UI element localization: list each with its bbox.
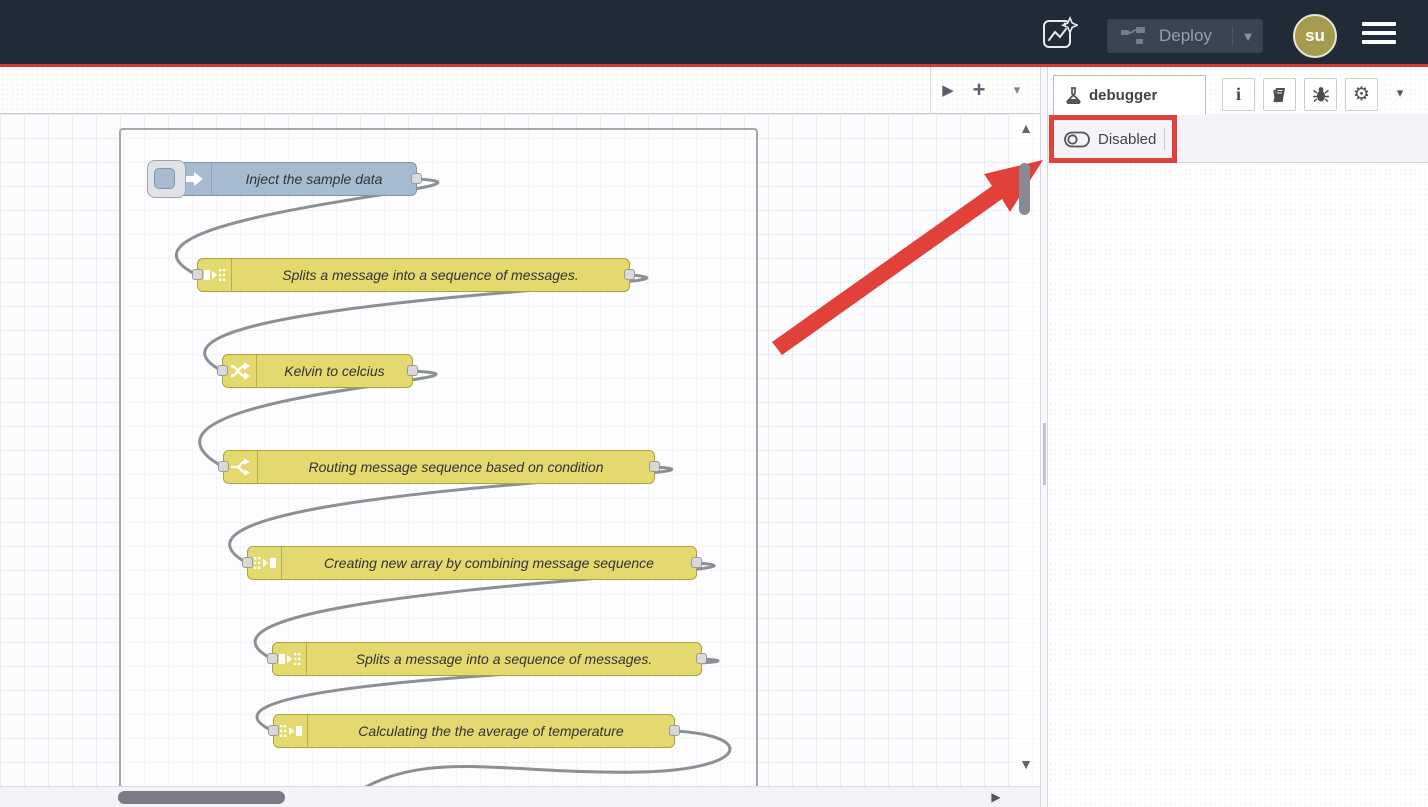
node-input-port[interactable]	[218, 461, 229, 472]
tab-bar-separator	[930, 67, 931, 113]
flow-tab-bar: ▶ + ▾	[0, 67, 1040, 114]
node-output-port[interactable]	[411, 173, 422, 184]
user-avatar[interactable]: su	[1293, 14, 1337, 58]
debug-disabled-label: Disabled	[1098, 131, 1156, 148]
node-label: Splits a message into a sequence of mess…	[232, 259, 629, 291]
join-icon	[274, 715, 308, 747]
horizontal-scrollbar[interactable]: ▶	[0, 786, 1040, 807]
horizontal-scrollbar-thumb[interactable]	[118, 791, 285, 804]
node-join-2[interactable]: Calculating the the average of temperatu…	[273, 714, 675, 748]
node-switch[interactable]: Routing message sequence based on condit…	[223, 450, 655, 484]
next-tab-icon: ▶	[942, 81, 954, 99]
node-label: Routing message sequence based on condit…	[258, 451, 654, 483]
vertical-scrollbar[interactable]	[1012, 114, 1040, 786]
help-button[interactable]	[1263, 78, 1296, 111]
info-button[interactable]: i	[1222, 78, 1255, 111]
node-label: Kelvin to celcius	[257, 355, 412, 387]
switch-icon	[224, 451, 258, 483]
node-label: Creating new array by combining message …	[282, 547, 696, 579]
avatar-initials: su	[1305, 26, 1325, 46]
book-icon	[1271, 87, 1288, 103]
vertical-scrollbar-thumb[interactable]	[1019, 163, 1030, 215]
node-change[interactable]: Kelvin to celcius	[222, 354, 413, 388]
debug-button[interactable]	[1304, 78, 1337, 111]
tab-debugger[interactable]: debugger	[1053, 75, 1206, 115]
debug-disabled-toggle[interactable]: Disabled	[1062, 125, 1166, 153]
deploy-button[interactable]: Deploy ▼	[1107, 19, 1263, 53]
add-flow-icon: +	[973, 77, 986, 103]
node-label: Inject the sample data	[212, 163, 416, 195]
next-tab-button[interactable]: ▶	[936, 67, 960, 113]
flow-canvas[interactable]: Inject the sample data Splits a message …	[0, 114, 1040, 786]
debug-toolbar: Disabled	[1048, 114, 1428, 163]
main-menu-button[interactable]	[1362, 22, 1396, 46]
inject-trigger-button[interactable]	[147, 160, 186, 198]
change-icon	[223, 355, 257, 387]
node-input-port[interactable]	[242, 557, 253, 568]
settings-button[interactable]: ⚙	[1345, 78, 1378, 111]
gear-icon: ⚙	[1353, 85, 1370, 104]
node-output-port[interactable]	[624, 269, 635, 280]
tab-debugger-label: debugger	[1089, 87, 1157, 104]
scroll-down-arrow[interactable]: ▼	[1012, 756, 1040, 776]
flow-list-icon: ▾	[1014, 82, 1021, 98]
right-sidebar: debugger i ⚙ ▾	[1048, 67, 1428, 807]
flow-list-button[interactable]: ▾	[1002, 67, 1032, 113]
node-input-port[interactable]	[267, 653, 278, 664]
node-join-1[interactable]: Creating new array by combining message …	[247, 546, 697, 580]
toggle-off-icon	[1064, 131, 1090, 148]
ai-flow-icon	[1042, 16, 1078, 50]
node-split-1[interactable]: Splits a message into a sequence of mess…	[197, 258, 630, 292]
node-input-port[interactable]	[192, 269, 203, 280]
add-flow-button[interactable]: +	[964, 67, 994, 113]
node-input-port[interactable]	[268, 725, 279, 736]
bug-icon	[1312, 86, 1330, 103]
sidebar-options-caret[interactable]: ▾	[1388, 85, 1412, 101]
node-split-2[interactable]: Splits a message into a sequence of mess…	[272, 642, 702, 676]
menu-icon	[1362, 22, 1396, 26]
node-output-port[interactable]	[669, 725, 680, 736]
deploy-icon	[1121, 27, 1147, 45]
flask-icon	[1066, 87, 1081, 104]
split-icon	[198, 259, 232, 291]
node-input-port[interactable]	[217, 365, 228, 376]
menu-icon	[1362, 31, 1396, 35]
resize-grip	[1043, 423, 1046, 485]
toolbar-divider	[1164, 128, 1165, 150]
node-label: Splits a message into a sequence of mess…	[307, 643, 701, 675]
inject-trigger-inner	[154, 168, 175, 189]
node-inject[interactable]: Inject the sample data	[177, 162, 417, 196]
app-header: Deploy ▼ su	[0, 0, 1428, 64]
scroll-up-arrow[interactable]: ▲	[1012, 120, 1040, 140]
deploy-options-caret[interactable]: ▼	[1233, 29, 1263, 44]
node-red-editor: Deploy ▼ su ▶ + ▾	[0, 0, 1428, 807]
node-output-port[interactable]	[649, 461, 660, 472]
info-icon: i	[1236, 84, 1241, 105]
node-label: Calculating the the average of temperatu…	[308, 715, 674, 747]
join-icon	[248, 547, 282, 579]
ai-assistant-button[interactable]	[1042, 16, 1078, 50]
deploy-label: Deploy	[1159, 26, 1232, 46]
menu-icon	[1362, 40, 1396, 44]
sidebar-resize-handle[interactable]	[1040, 67, 1048, 807]
split-icon	[273, 643, 307, 675]
scroll-right-arrow[interactable]: ▶	[984, 788, 1008, 807]
node-output-port[interactable]	[407, 365, 418, 376]
node-output-port[interactable]	[696, 653, 707, 664]
node-output-port[interactable]	[691, 557, 702, 568]
